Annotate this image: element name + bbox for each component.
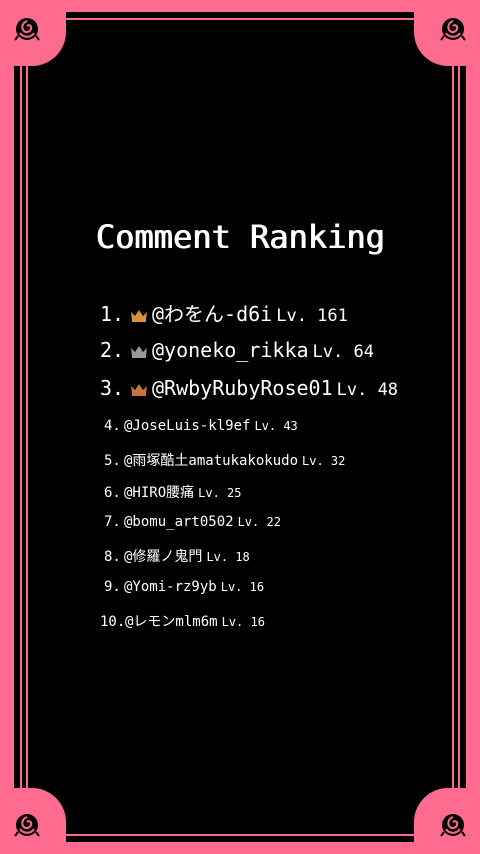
rose-icon (440, 18, 466, 41)
user-name: @bomu_art0502 (124, 514, 234, 530)
rank-number: 4. (104, 418, 121, 434)
gold-crown-icon (131, 310, 147, 322)
rose-icon (440, 814, 466, 837)
rose-icon (14, 814, 40, 837)
rank-number: 7. (104, 514, 121, 530)
rank-number: 3. (100, 376, 125, 400)
rank-number: 6. (104, 485, 121, 501)
ranking-row: 3. @RwbyRubyRose01 Lv. 48 (100, 376, 398, 400)
frame-border-line (26, 12, 28, 842)
rank-number: 5. (104, 453, 121, 469)
rank-number: 1. (100, 302, 125, 326)
user-level: Lv. 16 (221, 615, 265, 629)
ranking-row: 4. @JoseLuis-kl9ef Lv. 43 (104, 418, 298, 434)
frame-border-line (14, 834, 466, 836)
ranking-row: 1. @わをん-d6i Lv. 161 (100, 298, 348, 327)
user-name: @修羅ノ鬼門 (124, 549, 203, 565)
user-name: @JoseLuis-kl9ef (124, 418, 251, 434)
ranking-title: Comment Ranking (95, 218, 385, 256)
rank-number: 2. (100, 338, 125, 362)
silver-crown-icon (131, 346, 147, 358)
user-level: Lv. 22 (237, 515, 281, 529)
user-name: @Yomi-rz9yb (124, 579, 217, 595)
user-level: Lv. 43 (254, 419, 298, 433)
frame-border-line (458, 12, 460, 842)
user-level: Lv. 48 (336, 380, 399, 400)
ranking-row: 7. @bomu_art0502 Lv. 22 (104, 514, 281, 530)
corner-ornament-bottom-left (0, 788, 66, 854)
frame-border-line (14, 18, 466, 20)
frame-border-line (452, 12, 454, 842)
user-level: Lv. 64 (312, 342, 374, 362)
ranking-row: 6. @HIRO腰痛 Lv. 25 (104, 482, 242, 502)
ranking-row: 8. @修羅ノ鬼門 Lv. 18 (104, 546, 250, 566)
ranking-row: 9. @Yomi-rz9yb Lv. 16 (104, 579, 264, 595)
user-level: Lv. 161 (276, 306, 348, 326)
user-level: Lv. 25 (198, 486, 242, 500)
rank-number: 9. (104, 579, 121, 595)
user-name: @HIRO腰痛 (124, 485, 195, 501)
corner-ornament-top-right (414, 0, 480, 66)
user-name: @レモンmlm6m (125, 614, 218, 630)
ranking-row: 10. @レモンmlm6m Lv. 16 (100, 611, 265, 631)
user-level: Lv. 18 (206, 550, 250, 564)
frame-border-line (20, 12, 22, 842)
ranking-row: 5. @雨塚酷土amatukakokudo Lv. 32 (104, 450, 345, 470)
bronze-crown-icon (131, 384, 147, 396)
corner-ornament-bottom-right (414, 788, 480, 854)
ranking-row: 2. @yoneko_rikka Lv. 64 (100, 338, 374, 362)
rank-number: 10. (100, 614, 126, 630)
user-level: Lv. 16 (220, 580, 265, 594)
rose-icon (14, 18, 40, 41)
user-name: @RwbyRubyRose01 (152, 376, 333, 400)
user-name: @雨塚酷土amatukakokudo (124, 453, 299, 469)
user-name: @yoneko_rikka (152, 338, 309, 362)
user-name: @わをん-d6i (152, 302, 273, 326)
rank-number: 8. (104, 549, 121, 565)
user-level: Lv. 32 (302, 454, 346, 468)
